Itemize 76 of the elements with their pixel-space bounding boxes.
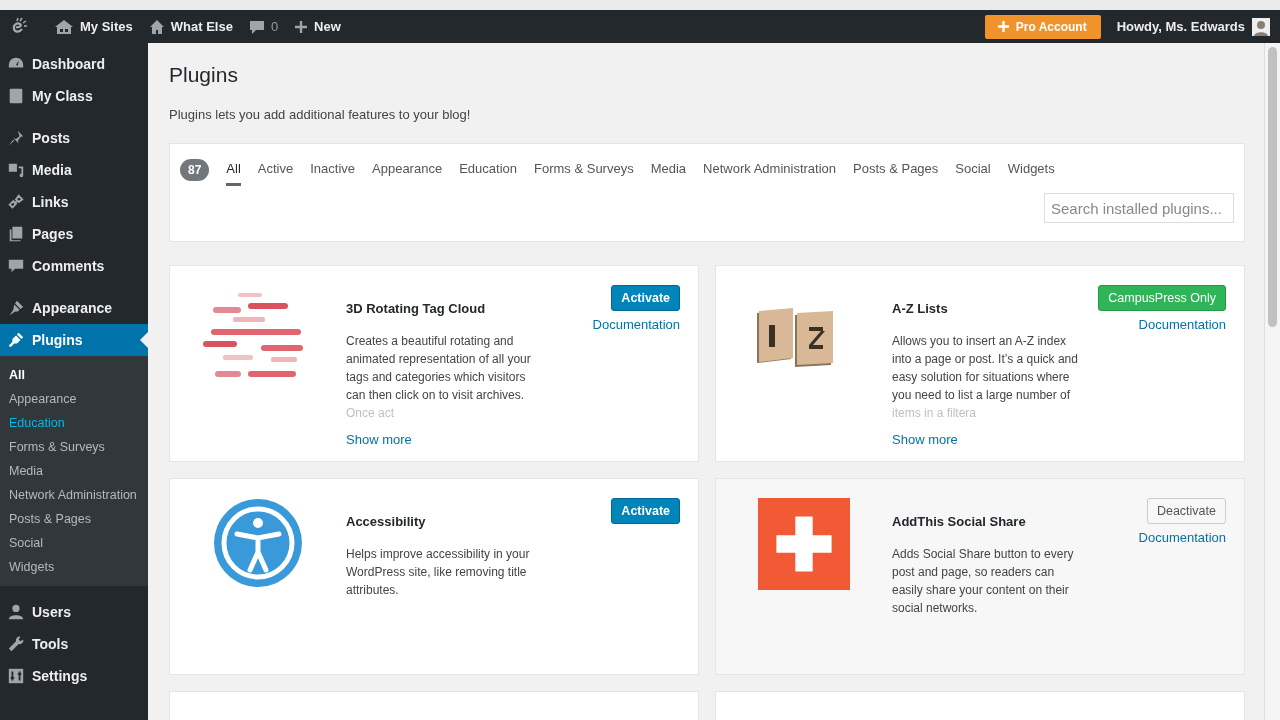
wrench-icon xyxy=(7,635,25,653)
link-icon xyxy=(7,193,25,211)
comment-icon xyxy=(248,18,265,35)
deactivate-button[interactable]: Deactivate xyxy=(1146,498,1226,524)
sidebar-item[interactable]: Plugins xyxy=(0,324,148,356)
sites-icon xyxy=(54,18,74,35)
filter-tab[interactable]: Network Administration xyxy=(703,154,837,186)
filter-tab[interactable]: Active xyxy=(257,154,294,186)
plugin-name: 3D Rotating Tag Cloud xyxy=(346,301,487,316)
plugin-name: AddThis Social Share xyxy=(892,514,1027,529)
documentation-link[interactable]: Documentation xyxy=(592,317,680,332)
plus-logo-icon xyxy=(758,498,850,590)
submenu-item[interactable]: Education xyxy=(0,411,148,435)
filter-tab[interactable]: Social xyxy=(955,154,991,186)
home-icon xyxy=(148,18,165,35)
submenu-item[interactable]: Forms & Surveys xyxy=(0,435,148,459)
count-badge: 87 xyxy=(180,159,210,181)
filter-tab[interactable]: Forms & Surveys xyxy=(534,154,634,186)
account-menu[interactable]: Howdy, Ms. Edwards xyxy=(1116,17,1270,36)
pin-icon xyxy=(7,129,25,147)
brush-icon xyxy=(7,299,25,317)
sidebar-item[interactable]: Tools xyxy=(0,628,148,660)
admin-bar-link[interactable]: 0 xyxy=(248,18,279,35)
filter-tab[interactable]: Media xyxy=(650,154,687,186)
submenu-item[interactable]: Media xyxy=(0,459,148,483)
plus-icon xyxy=(996,20,1010,33)
submenu-item[interactable]: Posts & Pages xyxy=(0,507,148,531)
activate-button[interactable]: Activate xyxy=(611,498,680,524)
scrollbar[interactable] xyxy=(1264,43,1280,720)
user-icon xyxy=(7,603,25,621)
submenu-item[interactable]: Social xyxy=(0,531,148,555)
plus-icon xyxy=(294,19,309,34)
activate-button[interactable]: Activate xyxy=(611,285,680,311)
sidebar-item[interactable]: Settings xyxy=(0,660,148,692)
plugin-description: Helps improve accessibility in your WordPress site, like removing title attributes. xyxy=(346,546,531,599)
filter-tab[interactable]: All xyxy=(226,154,241,186)
current-pointer-icon xyxy=(140,332,148,348)
show-more-link[interactable]: Show more xyxy=(892,432,958,447)
plugin-name: A-Z Lists xyxy=(892,301,949,316)
sidebar-item[interactable]: Dashboard xyxy=(0,48,148,80)
intro-text: Plugins lets you add additional features to your blog! xyxy=(169,107,472,122)
submenu-item[interactable]: Widgets xyxy=(0,555,148,579)
sidebar-item[interactable]: Appearance xyxy=(0,292,148,324)
filter-tab[interactable]: Education xyxy=(459,154,517,186)
media-icon xyxy=(7,161,25,179)
submenu-item[interactable]: Appearance xyxy=(0,387,148,411)
sidebar-item[interactable]: Media xyxy=(0,154,148,186)
filter-tab[interactable]: Inactive xyxy=(310,154,356,186)
sidebar-item[interactable]: Posts xyxy=(0,122,148,154)
submenu-item[interactable]: All xyxy=(0,363,148,387)
plug-icon xyxy=(7,331,25,349)
plugin-name: Accessibility xyxy=(346,514,427,529)
documentation-link[interactable]: Documentation xyxy=(1138,317,1226,332)
plugin-description: Adds Social Share button to every post and page, so readers can easily share your content on their social networks. xyxy=(892,546,1075,617)
sidebar-item[interactable]: My Class xyxy=(0,80,148,112)
sidebar-item[interactable]: Links xyxy=(0,186,148,218)
show-more-link[interactable]: Show more xyxy=(346,432,412,447)
book-icon xyxy=(7,87,25,105)
pages-icon xyxy=(7,225,25,243)
admin-bar-link[interactable]: New xyxy=(294,19,341,34)
sidebar-item[interactable]: Users xyxy=(0,596,148,628)
filter-tab[interactable]: Appearance xyxy=(372,154,443,186)
page-title: Plugins xyxy=(169,63,239,87)
settings-icon xyxy=(7,667,25,685)
sidebar-item[interactable]: Pages xyxy=(0,218,148,250)
admin-bar-link[interactable]: What Else xyxy=(148,18,233,35)
admin-bar-link[interactable]: My Sites xyxy=(54,18,133,35)
filter-tab[interactable]: Posts & Pages xyxy=(853,154,939,186)
submenu-item[interactable]: Network Administration xyxy=(0,483,148,507)
filter-tab[interactable]: Widgets xyxy=(1007,154,1055,186)
plugin-description: Creates a beautiful rotating and animated representation of all your tags and categories which visitors can then click on to visit archives. Once act xyxy=(346,333,532,422)
avatar-icon xyxy=(1252,17,1270,36)
sidebar-item[interactable]: Comments xyxy=(0,250,148,282)
search-field[interactable]: Search installed plugins... xyxy=(1044,193,1234,223)
documentation-link[interactable]: Documentation xyxy=(1138,530,1226,545)
accessibility-icon xyxy=(213,498,303,588)
